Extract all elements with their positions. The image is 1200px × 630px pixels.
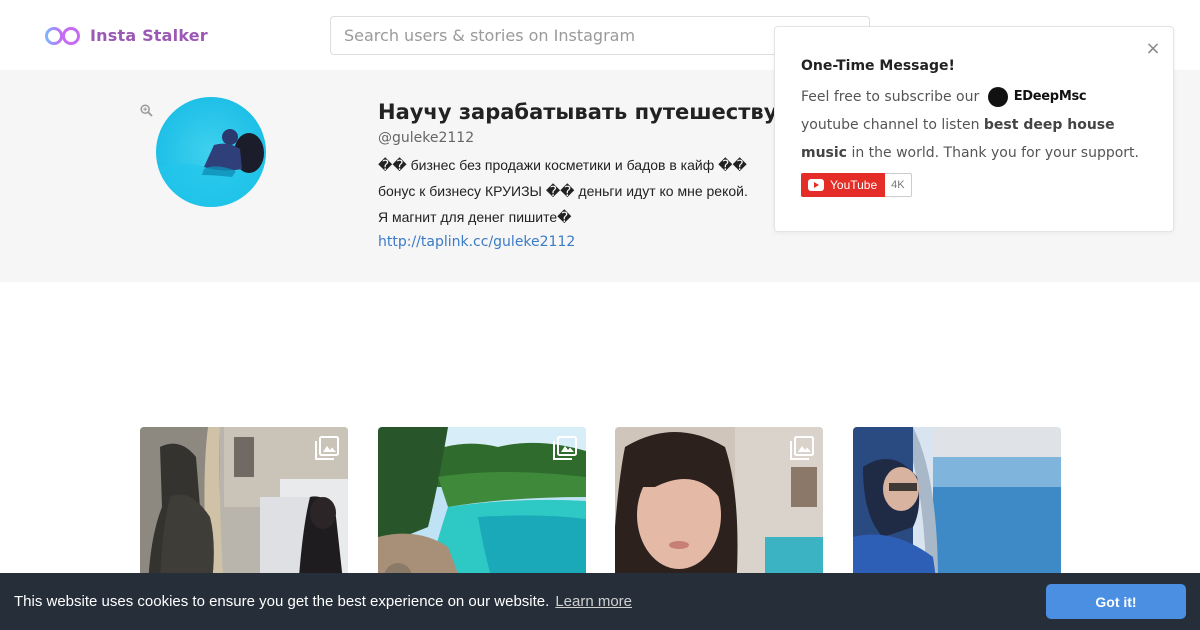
popup-title: One-Time Message! xyxy=(801,58,955,74)
popup-body: Feel free to subscribe our EDeepMsc yout… xyxy=(801,83,1151,167)
gallery-icon xyxy=(553,436,577,460)
profile-name: Научу зарабатывать путешествуя xyxy=(378,100,791,124)
binoculars-icon xyxy=(45,27,80,45)
brand-chip[interactable]: EDeepMsc xyxy=(987,83,1087,111)
logo[interactable]: Insta Stalker xyxy=(44,22,208,48)
profile-link[interactable]: http://taplink.cc/guleke2112 xyxy=(378,234,575,250)
youtube-subscriber-count: 4K xyxy=(885,173,912,197)
one-time-message-popup: × One-Time Message! Feel free to subscri… xyxy=(774,26,1174,232)
youtube-button-main[interactable]: YouTube xyxy=(801,173,886,197)
avatar-image xyxy=(156,97,266,207)
brand-logo-icon xyxy=(987,87,1008,107)
profile-handle: @guleke2112 xyxy=(378,130,475,146)
cookie-learn-more-link[interactable]: Learn more xyxy=(555,593,632,610)
youtube-icon xyxy=(808,179,824,191)
cookie-message-wrapper: This website uses cookies to ensure you … xyxy=(14,593,632,610)
youtube-subscribe-button[interactable]: YouTube 4K xyxy=(801,173,912,197)
gallery-icon xyxy=(315,436,339,460)
profile-bio: �� бизнес без продажи косметики и бадов … xyxy=(378,157,748,225)
gallery-icon xyxy=(790,436,814,460)
popup-text-middle: youtube channel to listen xyxy=(801,117,980,133)
popup-text-end: in the world. Thank you for your support… xyxy=(851,145,1139,161)
popup-text-start: Feel free to subscribe our xyxy=(801,89,980,105)
cookie-message: This website uses cookies to ensure you … xyxy=(14,593,550,610)
logo-text: Insta Stalker xyxy=(90,25,208,45)
profile-avatar[interactable] xyxy=(156,97,266,207)
brand-name: EDeepMsc xyxy=(1013,89,1087,104)
cookie-accept-button[interactable]: Got it! xyxy=(1046,584,1186,619)
youtube-label: YouTube xyxy=(830,178,878,192)
close-icon[interactable]: × xyxy=(1145,40,1161,58)
zoom-icon[interactable] xyxy=(140,104,153,117)
cookie-banner: This website uses cookies to ensure you … xyxy=(0,573,1200,630)
